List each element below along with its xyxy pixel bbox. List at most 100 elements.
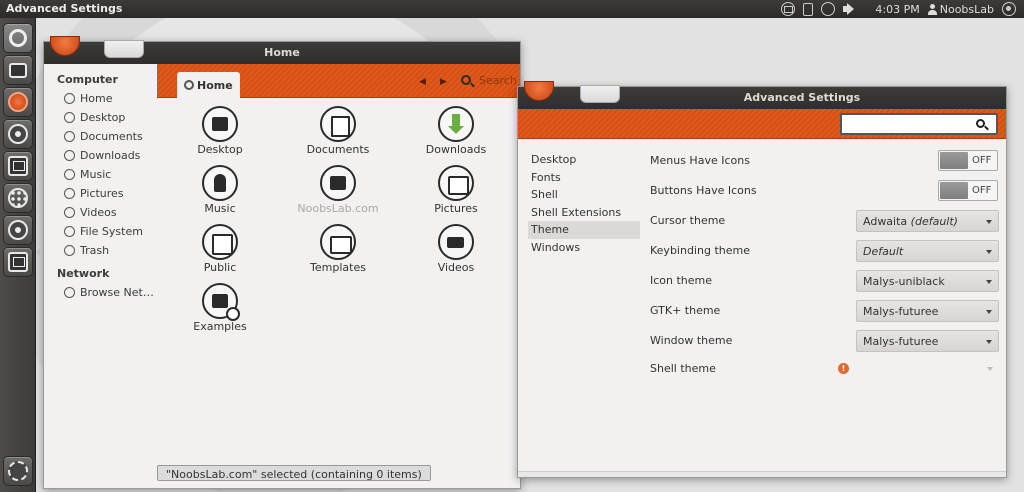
documents-folder-icon: [320, 106, 356, 142]
sidebar-item-browse-network[interactable]: Browse Net…: [44, 283, 157, 302]
clock[interactable]: 4:03 PM: [875, 3, 919, 16]
gear-icon[interactable]: [1002, 2, 1016, 16]
messaging-icon[interactable]: [781, 2, 796, 16]
desktop-icon: [64, 112, 75, 123]
media-reel-icon[interactable]: [3, 119, 33, 149]
category-shell-extensions[interactable]: Shell Extensions: [518, 204, 640, 222]
user-menu[interactable]: NoobsLab: [927, 2, 994, 16]
file-item-documents[interactable]: Documents: [288, 106, 388, 156]
cursor-theme-combo[interactable]: Adwaita (default): [856, 210, 999, 232]
pictures-folder-icon: [438, 165, 474, 201]
tweak-window-tab[interactable]: [580, 85, 620, 103]
category-windows[interactable]: Windows: [518, 239, 640, 257]
sidebar-item-file-system[interactable]: File System: [44, 222, 157, 241]
network-icon[interactable]: [821, 2, 836, 16]
category-fonts[interactable]: Fonts: [518, 169, 640, 187]
apps-grid-icon[interactable]: [3, 183, 33, 213]
setting-buttons-have-icons: Buttons Have Icons OFF: [650, 180, 1000, 202]
search-icon[interactable]: [461, 75, 471, 85]
file-item-videos[interactable]: Videos: [406, 224, 506, 274]
videos-icon: [64, 207, 75, 218]
sidebar-item-pictures[interactable]: Pictures: [44, 184, 157, 203]
music-icon: [64, 169, 75, 180]
user-name: NoobsLab: [939, 2, 994, 16]
setting-menus-have-icons: Menus Have Icons OFF: [650, 150, 1000, 172]
sidebar-item-music[interactable]: Music: [44, 165, 157, 184]
file-item-templates[interactable]: Templates: [288, 224, 388, 274]
sidebar-item-trash[interactable]: Trash: [44, 241, 157, 260]
forward-arrow-icon[interactable]: ▶: [440, 77, 447, 87]
dropdown-arrow-icon: [986, 220, 992, 224]
advanced-settings-window: Advanced Settings Desktop Fonts Shell Sh…: [517, 81, 1007, 478]
sidebar-heading-computer: Computer: [57, 73, 118, 86]
tweak-category-list: Desktop Fonts Shell Shell Extensions The…: [518, 139, 640, 477]
home-icon: [64, 93, 75, 104]
workspaces-icon[interactable]: [3, 247, 33, 277]
dropdown-arrow-icon: [986, 340, 992, 344]
breadcrumb-home[interactable]: Home: [177, 72, 240, 98]
keybinding-theme-combo[interactable]: Default: [856, 240, 999, 262]
files-launcher-icon[interactable]: [3, 55, 33, 85]
volume-icon[interactable]: [843, 3, 855, 15]
person-icon: [927, 3, 937, 15]
music-folder-icon: [202, 165, 238, 201]
shell-theme-combo[interactable]: [856, 358, 999, 380]
trash-small-icon: [64, 245, 75, 256]
screen-icon[interactable]: [3, 151, 33, 181]
warning-icon[interactable]: !: [838, 363, 849, 374]
tweak-window-bottom: [518, 471, 1006, 477]
search-button-label[interactable]: Search: [479, 74, 517, 87]
category-theme[interactable]: Theme: [528, 221, 640, 239]
documents-icon: [64, 131, 75, 142]
files-window-title: Home: [264, 46, 300, 59]
menus-icons-toggle[interactable]: OFF: [938, 150, 998, 171]
status-bar: "NoobsLab.com" selected (containing 0 it…: [157, 465, 431, 481]
icon-theme-combo[interactable]: Malys-uniblack: [856, 270, 999, 292]
launcher: [0, 18, 40, 492]
gtk-theme-combo[interactable]: Malys-futuree: [856, 300, 999, 322]
file-item-downloads[interactable]: Downloads: [406, 106, 506, 156]
files-window-tab[interactable]: [104, 40, 144, 58]
dropdown-arrow-icon: [986, 280, 992, 284]
sidebar-item-home[interactable]: Home: [44, 89, 157, 108]
downloads-folder-icon: [438, 106, 474, 142]
setting-gtk-theme: GTK+ theme Malys-futuree: [650, 300, 1000, 322]
tweak-search-input[interactable]: [840, 113, 998, 135]
sidebar-item-desktop[interactable]: Desktop: [44, 108, 157, 127]
category-shell[interactable]: Shell: [518, 186, 640, 204]
battery-icon[interactable]: [803, 2, 814, 16]
pictures-icon: [64, 188, 75, 199]
file-item-public[interactable]: Public: [170, 224, 270, 274]
setting-shell-theme: Shell theme !: [650, 358, 1000, 380]
back-arrow-icon[interactable]: ◀: [419, 77, 426, 87]
tweak-search-bar: [518, 109, 1006, 139]
file-item-examples[interactable]: Examples: [170, 283, 270, 333]
trash-icon[interactable]: [3, 456, 33, 486]
sidebar-item-documents[interactable]: Documents: [44, 127, 157, 146]
file-item-noobslab[interactable]: NoobsLab.com: [288, 165, 388, 215]
ubuntu-one-icon[interactable]: [3, 87, 33, 117]
category-desktop[interactable]: Desktop: [518, 151, 640, 169]
folder-icon: [320, 165, 356, 201]
file-item-desktop[interactable]: Desktop: [170, 106, 270, 156]
setting-icon-theme: Icon theme Malys-uniblack: [650, 270, 1000, 292]
sidebar-heading-network: Network: [57, 267, 110, 280]
setting-window-theme: Window theme Malys-futuree: [650, 330, 1000, 352]
system-tray: 4:03 PM NoobsLab: [781, 0, 1016, 18]
window-theme-combo[interactable]: Malys-futuree: [856, 330, 999, 352]
file-item-music[interactable]: Music: [170, 165, 270, 215]
settings-reel-icon[interactable]: [3, 215, 33, 245]
files-toolbar: Home ◀ ▶ Search: [157, 64, 520, 98]
home-icon: [184, 80, 194, 90]
sidebar-item-downloads[interactable]: Downloads: [44, 146, 157, 165]
files-icon-view: Desktop Documents Downloads Music NoobsL…: [157, 98, 520, 488]
buttons-icons-toggle[interactable]: OFF: [938, 180, 998, 201]
setting-cursor-theme: Cursor theme Adwaita (default): [650, 210, 1000, 232]
top-panel: Advanced Settings 4:03 PM NoobsLab: [0, 0, 1024, 18]
link-badge-icon: [226, 307, 240, 321]
videos-folder-icon: [438, 224, 474, 260]
dropdown-arrow-icon: [987, 367, 993, 371]
dash-home-icon[interactable]: [3, 23, 33, 53]
sidebar-item-videos[interactable]: Videos: [44, 203, 157, 222]
file-item-pictures[interactable]: Pictures: [406, 165, 506, 215]
